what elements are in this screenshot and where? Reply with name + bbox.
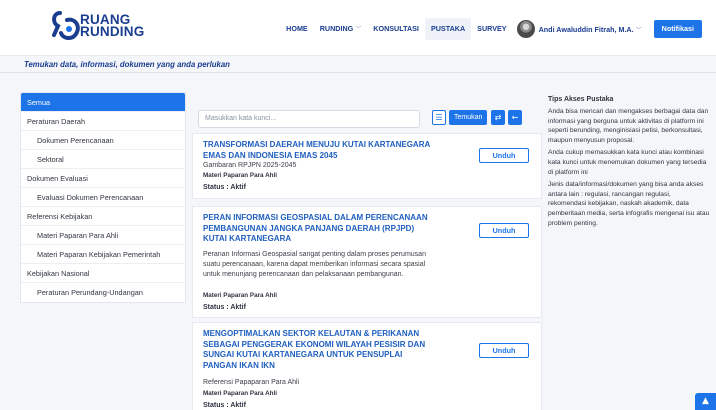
result-category: Materi Paparan Para Ahli [203,172,277,179]
tips-paragraph: Anda cukup memasukkan kata kunci atau ko… [548,149,707,176]
notifications-button[interactable]: Notifikasi [653,20,702,38]
brand-line-2: RUNDING [80,24,145,39]
header-divider [0,72,716,73]
arrow-left-icon: ← [511,113,519,122]
result-status: Status : Aktif [203,184,246,191]
back-button[interactable]: ← [508,110,522,125]
app-frame: RUANG RUNDING HOME RUNDING ﹀ KONSULTASI P… [0,0,716,410]
result-description: Peranan Informasi Geospasial sangat pent… [203,251,426,278]
logo-mark-icon [52,11,80,40]
chevron-down-icon: ﹀ [355,27,362,33]
main-nav: HOME RUNDING ﹀ KONSULTASI PUSTAKA SURVEY … [280,18,702,40]
search-input[interactable]: Masukkan kata kunci... [198,110,420,128]
sidebar-item-peraturan-daerah[interactable]: Peraturan Daerah [21,112,185,131]
filter-button[interactable]: ☰ [432,110,446,125]
nav-runding-label: RUNDING [319,24,354,33]
tips-title: Tips Akses Pustaka [548,96,614,103]
sidebar-item-evaluasi-dokumen-perencanaan[interactable]: Evaluasi Dokumen Perencanaan [21,188,185,207]
scroll-to-top-button[interactable]: ▲ [695,393,716,410]
result-title[interactable]: PERAN INFORMASI GEOSPASIAL DALAM PERENCA… [203,213,435,245]
sidebar-item-semua[interactable]: Semua [21,93,185,112]
sidebar-item-peraturan-perundang-undangan[interactable]: Peraturan Perundang-Undangan [21,283,185,302]
top-header: RUANG RUNDING HOME RUNDING ﹀ KONSULTASI P… [0,0,716,56]
result-card: TRANSFORMASI DAERAH MENUJU KUTAI KARTANE… [192,133,542,199]
nav-pustaka[interactable]: PUSTAKA [424,18,472,40]
result-category: Materi Paparan Para Ahli [203,292,277,299]
list-icon: ☰ [435,113,443,122]
sidebar-item-materi-paparan-para-ahli[interactable]: Materi Paparan Para Ahli [21,226,185,245]
sidebar-item-referensi-kebijakan[interactable]: Referensi Kebijakan [21,207,185,226]
refresh-button[interactable]: ⇄ [491,110,505,125]
result-title[interactable]: TRANSFORMASI DAERAH MENUJU KUTAI KARTANE… [203,140,435,161]
page-tagline: Temukan data, informasi, dokumen yang an… [24,60,230,69]
brand-logo[interactable]: RUANG RUNDING [50,10,144,48]
tips-panel: Tips Akses Pustaka Anda bisa mencari dan… [548,96,710,231]
category-sidebar: Semua Peraturan Daerah Dokumen Perencana… [20,92,186,303]
user-menu[interactable]: Andi Awaluddin Fitrah, M.A. ﹀ [539,25,642,34]
nav-runding[interactable]: RUNDING ﹀ [314,18,368,40]
search-button[interactable]: Temukan [449,110,488,125]
sidebar-item-sektoral[interactable]: Sektoral [21,150,185,169]
nav-survey[interactable]: SURVEY [471,18,512,40]
result-status: Status : Aktif [203,304,246,311]
refresh-icon: ⇄ [494,113,502,122]
result-description: Referensi Papaparan Para Ahli [203,379,300,386]
result-card: PERAN INFORMASI GEOSPASIAL DALAM PERENCA… [192,206,542,318]
download-button[interactable]: Unduh [479,148,529,163]
result-description: Gambaran RPJPN 2025-2045 [203,162,297,169]
download-button[interactable]: Unduh [479,343,529,358]
result-status: Status : Aktif [203,402,246,409]
brand-name: RUANG RUNDING [80,13,145,39]
result-card: MENGOPTIMALKAN SEKTOR KELAUTAN & PERIKAN… [192,322,542,410]
arrow-up-icon: ▲ [702,396,709,406]
result-title[interactable]: MENGOPTIMALKAN SEKTOR KELAUTAN & PERIKAN… [203,329,435,371]
result-category: Materi Paparan Para Ahli [203,390,277,397]
tips-paragraph: Jenis data/informasi/dokumen yang bisa a… [548,181,710,227]
download-button[interactable]: Unduh [479,223,529,238]
sidebar-item-kebijakan-nasional[interactable]: Kebijakan Nasional [21,264,185,283]
nav-konsultasi[interactable]: KONSULTASI [367,18,425,40]
sidebar-item-dokumen-perencanaan[interactable]: Dokumen Perencanaan [21,131,185,150]
chevron-down-icon: ﹀ [635,27,642,34]
user-name: Andi Awaluddin Fitrah, M.A. [538,24,634,34]
nav-home[interactable]: HOME [280,18,314,40]
tips-paragraph: Anda bisa mencari dan mengakses berbagai… [548,108,709,144]
avatar[interactable] [516,20,535,38]
sidebar-item-dokumen-evaluasi[interactable]: Dokumen Evaluasi [21,169,185,188]
sidebar-item-materi-paparan-kebijakan-pemerintah[interactable]: Materi Paparan Kebijakan Pemerintah [21,245,185,264]
